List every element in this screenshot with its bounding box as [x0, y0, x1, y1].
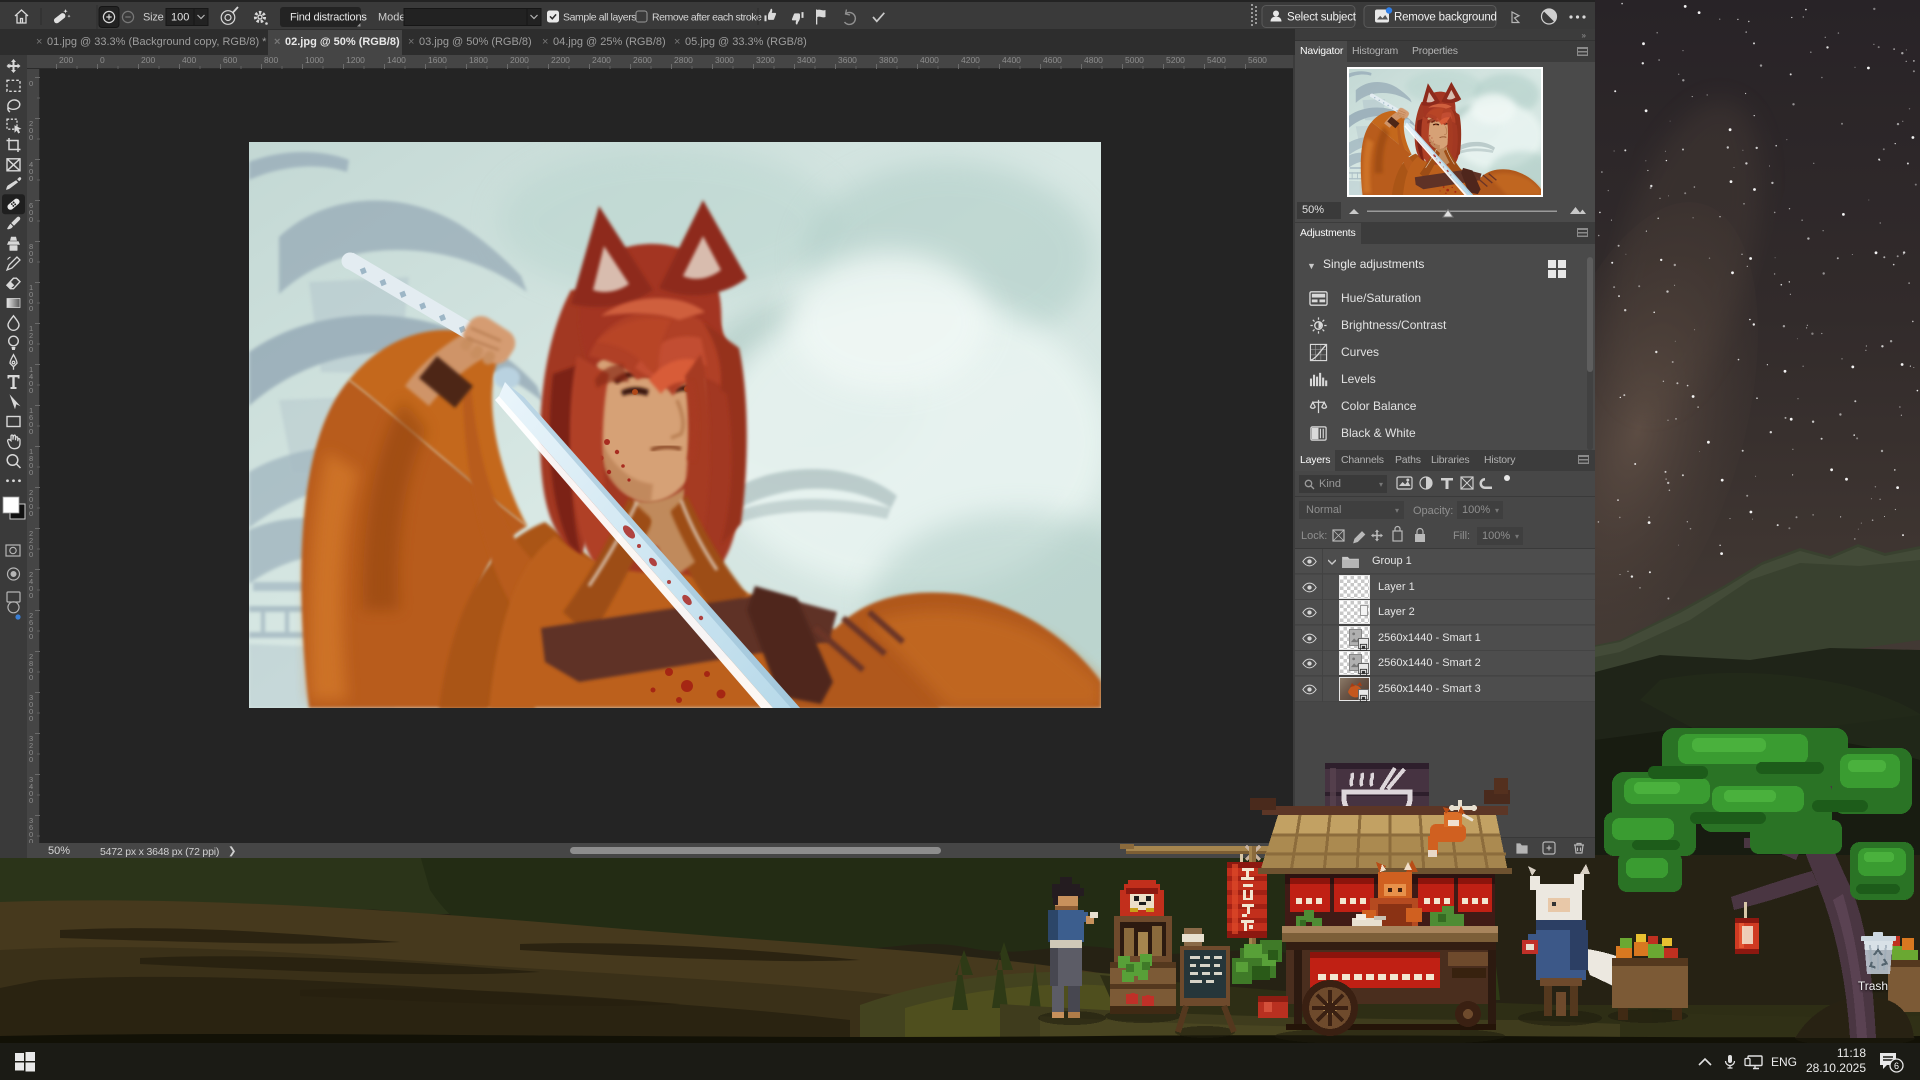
svg-text:Trash: Trash: [1858, 979, 1888, 993]
svg-text:6: 6: [1894, 1061, 1899, 1071]
